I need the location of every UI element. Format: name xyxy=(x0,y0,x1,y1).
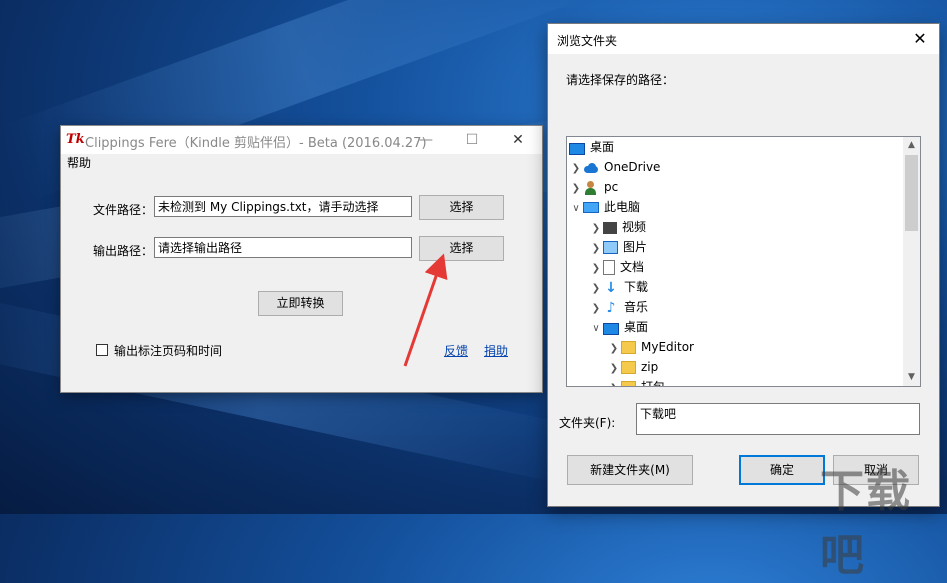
annotation-arrow xyxy=(403,253,448,367)
